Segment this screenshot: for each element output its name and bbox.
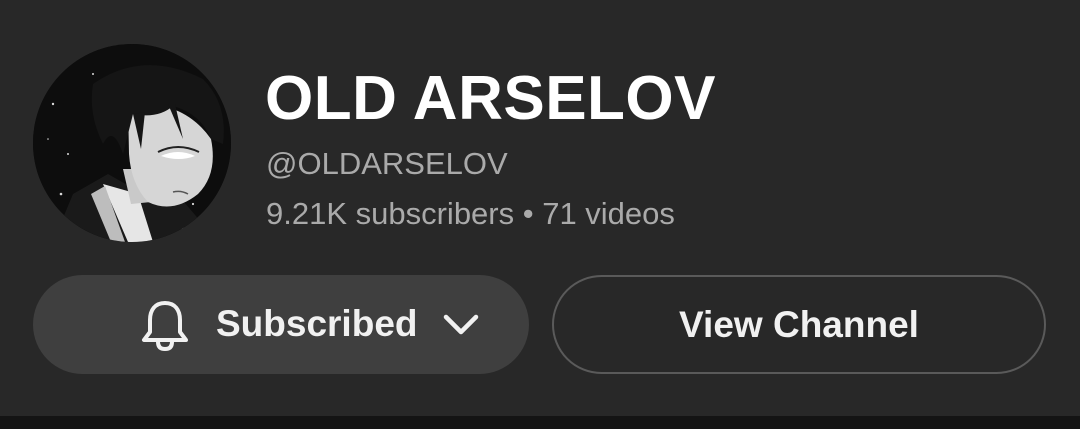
anime-character-avatar-image bbox=[33, 44, 231, 242]
channel-title: OLD ARSELOV bbox=[265, 64, 717, 133]
channel-card: OLD ARSELOV @OLDARSELOV 9.21K subscriber… bbox=[0, 0, 1080, 416]
channel-handle: @OLDARSELOV bbox=[266, 146, 508, 181]
subscribed-label: Subscribed bbox=[216, 303, 418, 344]
bottom-divider bbox=[0, 416, 1080, 429]
chevron-down-icon bbox=[443, 314, 479, 335]
view-channel-button[interactable]: View Channel bbox=[552, 275, 1046, 374]
channel-avatar[interactable] bbox=[33, 44, 231, 242]
view-channel-label: View Channel bbox=[679, 304, 919, 345]
bell-icon bbox=[142, 301, 188, 352]
channel-stats: 9.21K subscribers • 71 videos bbox=[266, 196, 675, 231]
subscribed-button[interactable]: Subscribed bbox=[33, 275, 529, 374]
